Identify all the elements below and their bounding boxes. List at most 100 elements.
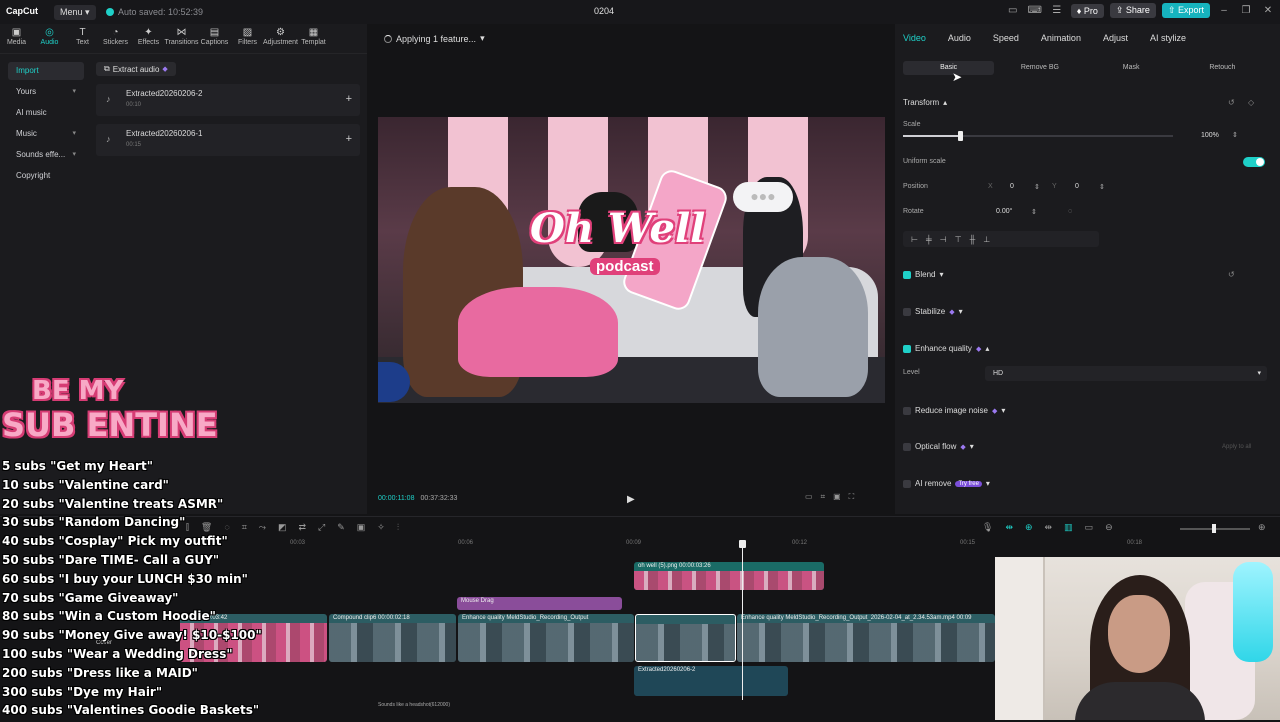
- audio-clip[interactable]: Extracted20260206-2: [634, 666, 788, 696]
- reduce-noise-header[interactable]: Reduce image noise ◆ ▾: [903, 406, 1005, 415]
- link-icon[interactable]: ⇹: [1005, 522, 1013, 533]
- close-icon[interactable]: ✕: [1260, 4, 1276, 18]
- tool-transitions[interactable]: ⋈ Transitions: [165, 24, 199, 53]
- quality-icon[interactable]: ▣: [833, 492, 841, 502]
- stepper-icon[interactable]: ⇕: [1031, 208, 1037, 216]
- pos-x-value[interactable]: 0: [1010, 183, 1014, 190]
- extract-audio-button[interactable]: ⧉ Extract audio ◆: [96, 62, 176, 76]
- frame-icon[interactable]: ▣: [357, 522, 366, 533]
- tab-adjust[interactable]: Adjust: [1103, 33, 1128, 43]
- sidebar-item-yours[interactable]: Yours ▾: [8, 83, 84, 101]
- caption-icon[interactable]: ▭: [1085, 522, 1094, 533]
- add-icon[interactable]: +: [346, 133, 352, 145]
- pro-button[interactable]: ♦ Pro: [1070, 3, 1104, 18]
- tool-media[interactable]: ▣ Media: [0, 24, 33, 53]
- stepper-icon[interactable]: ⇕: [1099, 183, 1105, 191]
- export-button[interactable]: ⇧ Export: [1161, 3, 1210, 18]
- pen-icon[interactable]: ✎: [337, 522, 345, 533]
- subtab-mask[interactable]: Mask: [1086, 61, 1177, 75]
- sidebar-item-music[interactable]: Music ▾: [8, 125, 84, 143]
- effect-clip[interactable]: Mouse Drag: [457, 597, 622, 610]
- tool-filters[interactable]: ▨ Filters: [231, 24, 264, 53]
- ratio-icon[interactable]: ▭: [805, 492, 813, 502]
- preview-axis-icon[interactable]: ▥: [1064, 522, 1073, 533]
- enhance-clip-2[interactable]: Enhance quality MeldStudio_Recording_Out…: [737, 614, 995, 662]
- transform-icon[interactable]: ⤢: [318, 522, 325, 533]
- stepper-icon[interactable]: ⇕: [1232, 131, 1238, 139]
- align-right-icon[interactable]: ⊣: [940, 235, 947, 244]
- tool-adjustment[interactable]: ⚙ Adjustment: [263, 24, 298, 53]
- tab-ai-stylize[interactable]: AI stylize: [1150, 33, 1186, 43]
- transform-header[interactable]: Transform ▴: [903, 98, 947, 107]
- tool-captions[interactable]: ▤ Captions: [198, 24, 231, 53]
- zoom-slider-handle[interactable]: [1212, 524, 1216, 533]
- stabilize-header[interactable]: Stabilize ◆ ▾: [903, 307, 963, 316]
- align-bottom-icon[interactable]: ⊥: [983, 235, 990, 244]
- sound-clip-label[interactable]: Sounds like a headshot(612000): [378, 702, 450, 708]
- reset-icon[interactable]: ↺: [1228, 98, 1235, 107]
- keyframe-icon[interactable]: ◇: [1248, 98, 1254, 107]
- align-top-icon[interactable]: ⊤: [955, 235, 962, 244]
- selected-clip[interactable]: [635, 614, 736, 662]
- scale-value[interactable]: 100%: [1201, 132, 1219, 139]
- scale-slider-handle[interactable]: [957, 131, 963, 141]
- tool-audio[interactable]: ◎ Audio: [33, 24, 66, 53]
- list-item[interactable]: ♪ Extracted20260206-1 00:15 +: [96, 124, 360, 156]
- blend-checkbox[interactable]: [903, 270, 911, 279]
- tool-templates[interactable]: ▦ Templat: [297, 24, 330, 53]
- minimize-icon[interactable]: –: [1216, 4, 1232, 18]
- list-item[interactable]: ♪ Extracted20260206-2 00:10 +: [96, 84, 360, 116]
- subtab-remove-bg[interactable]: Remove BG: [994, 61, 1085, 75]
- reduce-noise-checkbox[interactable]: [903, 406, 911, 415]
- tab-speed[interactable]: Speed: [993, 33, 1019, 43]
- mic-icon[interactable]: 🎙: [982, 522, 993, 533]
- list-icon[interactable]: ☰: [1049, 4, 1065, 18]
- tool-stickers[interactable]: ◔ Stickers: [99, 24, 132, 53]
- share-button[interactable]: ⇪ Share: [1109, 3, 1156, 18]
- maximize-icon[interactable]: ❐: [1238, 4, 1254, 18]
- subtab-basic[interactable]: Basic: [903, 61, 995, 75]
- optical-flow-checkbox[interactable]: [903, 442, 911, 451]
- enhance-header[interactable]: Enhance quality ◆ ▴: [903, 344, 989, 353]
- sidebar-item-sounds[interactable]: Sounds effe... ▾: [8, 146, 84, 164]
- sidebar-item-copyright[interactable]: Copyright: [8, 167, 84, 185]
- pos-y-value[interactable]: 0: [1075, 183, 1079, 190]
- fullscreen-icon[interactable]: ⛶: [849, 492, 855, 502]
- rotate-value[interactable]: 0.00°: [996, 208, 1012, 215]
- crop-icon[interactable]: ⌗: [821, 492, 826, 502]
- magnet-icon[interactable]: ⊕: [1025, 522, 1033, 533]
- snap-icon[interactable]: ⇹: [1045, 522, 1053, 533]
- tab-audio[interactable]: Audio: [948, 33, 971, 43]
- level-select[interactable]: HD ▾: [985, 366, 1267, 381]
- sidebar-item-ai-music[interactable]: AI music: [8, 104, 84, 122]
- ai-remove-checkbox[interactable]: [903, 479, 911, 488]
- align-middle-icon[interactable]: ╫: [970, 235, 976, 244]
- playhead[interactable]: [739, 540, 746, 700]
- align-left-icon[interactable]: ⊢: [911, 235, 918, 244]
- optical-flow-header[interactable]: Optical flow ◆ ▾: [903, 442, 974, 451]
- chevron-down-icon[interactable]: ▾: [480, 33, 485, 44]
- enhance-clip[interactable]: Enhance quality MeldStudio_Recording_Out…: [458, 614, 634, 662]
- reset-icon[interactable]: ↺: [1228, 270, 1235, 279]
- tool-effects[interactable]: ✦ Effects: [132, 24, 165, 53]
- align-center-icon[interactable]: ╪: [926, 235, 932, 244]
- stabilize-checkbox[interactable]: [903, 307, 911, 316]
- stepper-icon[interactable]: ⇕: [1034, 183, 1040, 191]
- subtab-retouch[interactable]: Retouch: [1177, 61, 1268, 75]
- uniform-scale-toggle[interactable]: [1243, 157, 1265, 167]
- blend-header[interactable]: Blend ▾: [903, 270, 943, 279]
- add-icon[interactable]: +: [346, 93, 352, 105]
- apply-all-button[interactable]: Apply to all: [1222, 444, 1251, 450]
- sidebar-item-import[interactable]: Import: [8, 62, 84, 80]
- ai-remove-header[interactable]: AI remove Try free ▾: [903, 479, 990, 488]
- overlay-clip[interactable]: oh well (5).png 00:00:03:26: [634, 562, 824, 590]
- layout-icon[interactable]: ▭: [1005, 4, 1021, 18]
- shortcuts-icon[interactable]: ⌨: [1027, 4, 1043, 18]
- audio-split-icon[interactable]: ⫶: [397, 522, 399, 533]
- zoom-out-icon[interactable]: ⊖: [1105, 522, 1113, 533]
- tab-animation[interactable]: Animation: [1041, 33, 1081, 43]
- compound-clip[interactable]: Compound clip6 00:00:02:18: [329, 614, 456, 662]
- ai-icon[interactable]: ✧: [377, 522, 385, 533]
- play-button[interactable]: ▶: [627, 494, 635, 505]
- zoom-in-icon[interactable]: ⊕: [1258, 522, 1266, 533]
